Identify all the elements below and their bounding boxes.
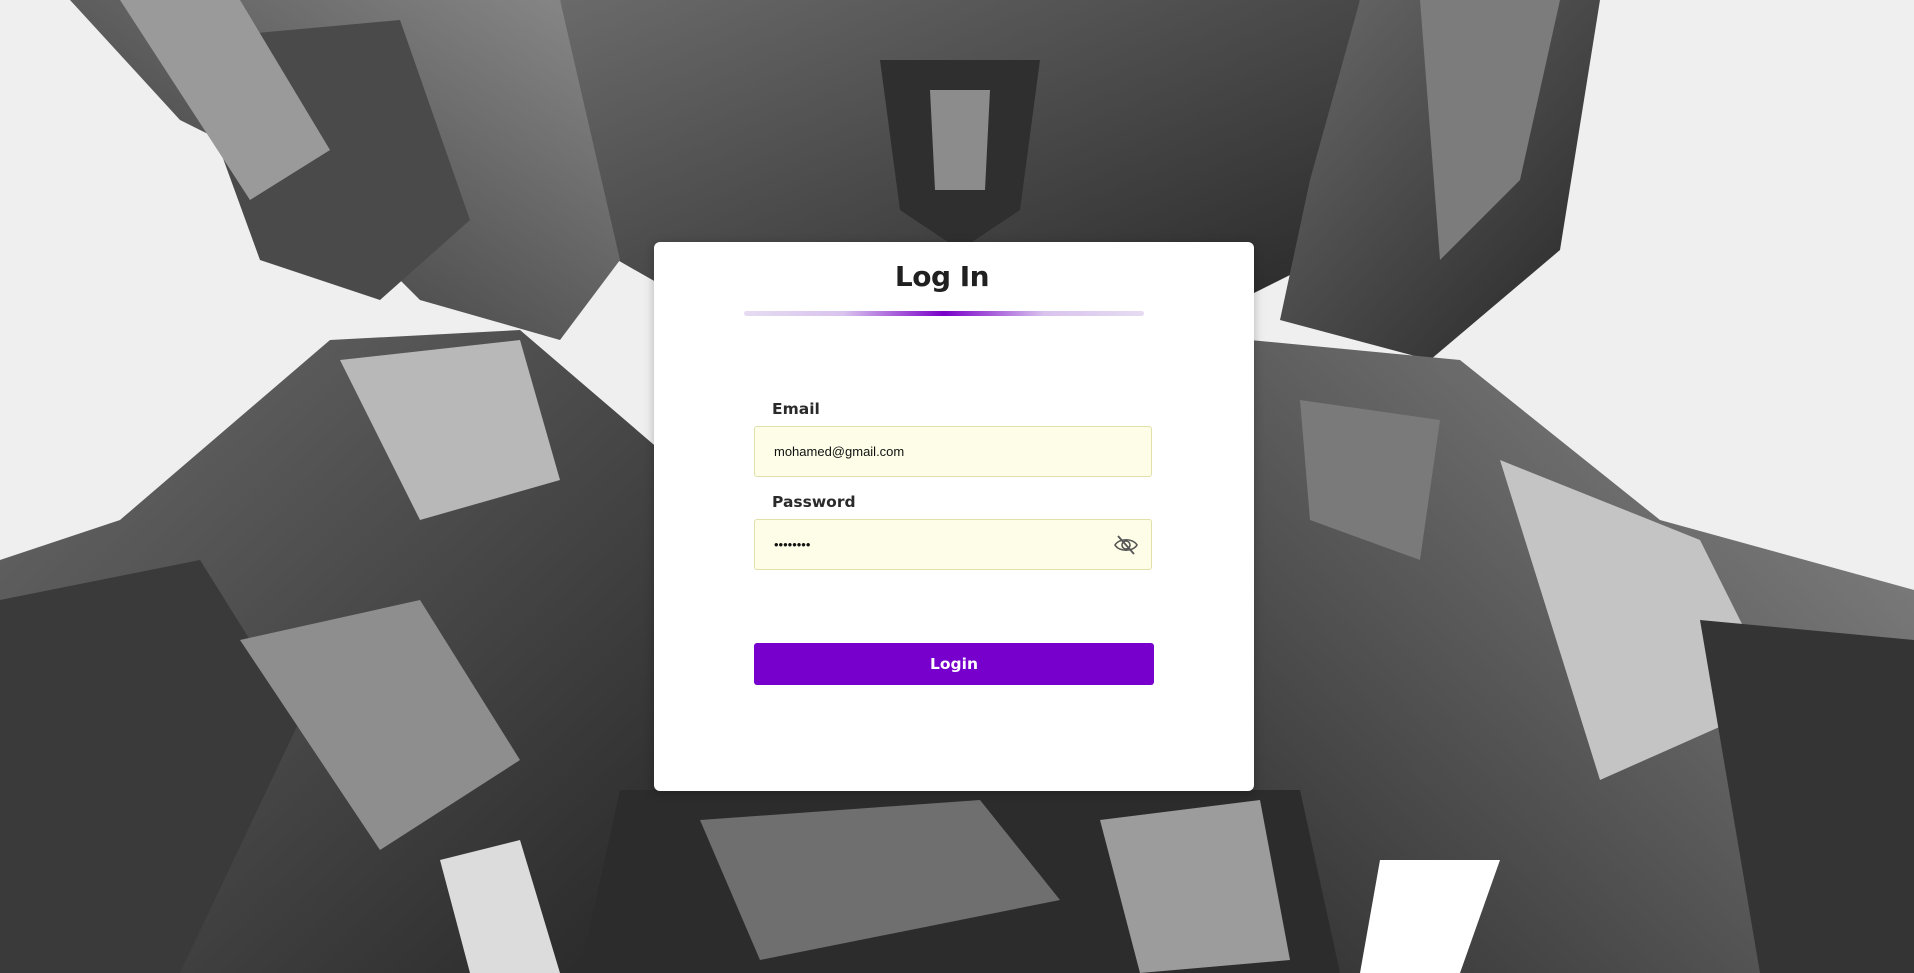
title-underline [744,311,1144,316]
email-label: Email [772,400,820,418]
login-button[interactable]: Login [754,643,1154,685]
login-title: Log In [894,260,990,293]
email-field-box [754,426,1152,477]
password-input[interactable] [774,520,1114,569]
email-input[interactable] [774,427,1114,476]
login-card: Log In Email Password Login [654,242,1254,791]
password-label: Password [772,493,856,511]
password-field-box [754,519,1152,570]
eye-slash-icon[interactable] [1113,532,1139,558]
